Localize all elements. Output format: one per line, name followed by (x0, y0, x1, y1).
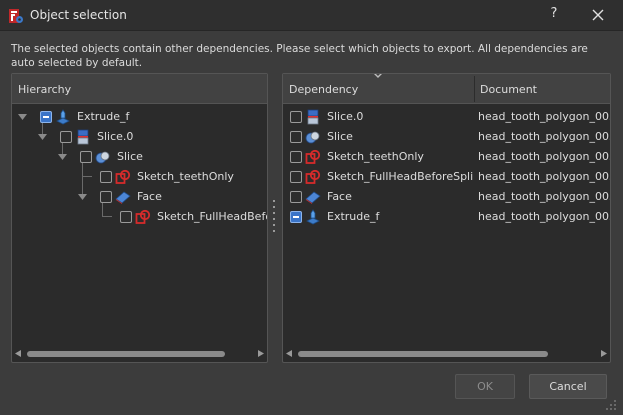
tree-item-slice[interactable]: Slice (12, 147, 267, 167)
hierarchy-header[interactable]: Hierarchy (12, 74, 267, 104)
face-icon (115, 189, 131, 205)
cancel-button[interactable]: Cancel (529, 374, 607, 399)
dependency-name: Face (327, 190, 352, 203)
column-header-dependency[interactable]: Dependency (289, 83, 358, 96)
table-row[interactable]: Slice.0 head_tooth_polygon_005_fcstd (283, 107, 610, 127)
row-checkbox[interactable] (290, 191, 302, 203)
dependency-table[interactable]: Dependency Document Slice.0 head_tooth_p… (282, 73, 611, 363)
scroll-right-icon[interactable] (258, 350, 264, 357)
tree-item-extrude-f[interactable]: Extrude_f (12, 107, 267, 127)
row-checkbox[interactable] (290, 151, 302, 163)
face-icon (305, 189, 321, 205)
help-button[interactable]: ? (546, 6, 562, 24)
sketch-icon (305, 149, 321, 165)
tree-item-sketch-fullheadbeforesplit[interactable]: Sketch_FullHeadBeforeSplit (12, 207, 267, 227)
table-row[interactable]: Slice head_tooth_polygon_005_fcstd (283, 127, 610, 147)
hierarchy-horizontal-scrollbar[interactable] (12, 347, 267, 360)
hierarchy-tree[interactable]: Hierarchy Extrude_f Slice.0 Slice Sketch… (11, 73, 268, 363)
dependency-horizontal-scrollbar[interactable] (283, 347, 610, 360)
dependency-name: Extrude_f (327, 210, 380, 223)
document-name: head_tooth_polygon_005_fcstd (478, 170, 610, 183)
scroll-left-icon[interactable] (286, 350, 292, 357)
row-checkbox[interactable] (290, 171, 302, 183)
tree-item-label: Sketch_FullHeadBeforeSplit (157, 210, 267, 223)
dependency-name: Sketch_FullHeadBeforeSplit (327, 170, 473, 183)
document-name: head_tooth_polygon_005_fcstd (478, 150, 610, 163)
window-title: Object selection (30, 8, 127, 22)
hierarchy-column-header[interactable]: Hierarchy (18, 83, 71, 96)
tree-item-label: Sketch_teethOnly (137, 170, 234, 183)
tree-checkbox-sketch-teethonly[interactable] (100, 171, 112, 183)
dependency-name: Slice (327, 130, 353, 143)
table-row[interactable]: Sketch_teethOnly head_tooth_polygon_005_… (283, 147, 610, 167)
dependency-header: Dependency Document (283, 74, 610, 104)
row-checkbox[interactable] (290, 111, 302, 123)
sketch-icon (135, 209, 151, 225)
column-divider[interactable] (474, 76, 475, 102)
tree-checkbox-extrude-f[interactable] (40, 111, 52, 123)
close-icon[interactable] (590, 7, 606, 23)
chevron-down-icon[interactable] (18, 114, 27, 121)
ok-button[interactable]: OK (455, 374, 515, 399)
tree-checkbox-slice-0[interactable] (60, 131, 72, 143)
document-name: head_tooth_polygon_005_fcstd (478, 130, 610, 143)
sketch-icon (305, 169, 321, 185)
tree-checkbox-face[interactable] (100, 191, 112, 203)
extrude-icon (305, 209, 321, 225)
intro-text: The selected objects contain other depen… (11, 43, 588, 69)
slice-spheres-icon (305, 129, 321, 145)
title-bar: Object selection ? (0, 0, 623, 31)
tree-item-label: Face (137, 190, 162, 203)
slice-icon (305, 109, 321, 125)
chevron-down-icon[interactable] (58, 154, 67, 161)
tree-item-label: Slice.0 (97, 130, 134, 143)
panel-splitter-handle[interactable] (273, 200, 276, 236)
sort-descending-icon (374, 74, 382, 78)
row-checkbox[interactable] (290, 211, 302, 223)
freecad-icon (9, 9, 23, 23)
scrollbar-thumb[interactable] (298, 351, 548, 357)
chevron-down-icon[interactable] (38, 134, 47, 141)
dependency-name: Slice.0 (327, 110, 364, 123)
tree-checkbox-sketch-fullheadbeforesplit[interactable] (120, 211, 132, 223)
row-checkbox[interactable] (290, 131, 302, 143)
tree-item-label: Extrude_f (77, 110, 130, 123)
scroll-left-icon[interactable] (15, 350, 21, 357)
table-row[interactable]: Extrude_f head_tooth_polygon_005_fcstd (283, 207, 610, 227)
chevron-down-icon[interactable] (78, 194, 87, 201)
sketch-icon (115, 169, 131, 185)
document-name: head_tooth_polygon_005_fcstd (478, 190, 610, 203)
tree-item-face[interactable]: Face (12, 187, 267, 207)
document-name: head_tooth_polygon_005_fcstd (478, 210, 610, 223)
table-row[interactable]: Face head_tooth_polygon_005_fcstd (283, 187, 610, 207)
resize-grip-icon[interactable] (605, 399, 617, 411)
tree-item-sketch-teethonly[interactable]: Sketch_teethOnly (12, 167, 267, 187)
tree-checkbox-slice[interactable] (80, 151, 92, 163)
slice-spheres-icon (95, 149, 111, 165)
document-name: head_tooth_polygon_005_fcstd (478, 110, 610, 123)
column-header-document[interactable]: Document (480, 83, 537, 96)
slice-icon (75, 129, 91, 145)
tree-item-slice-0[interactable]: Slice.0 (12, 127, 267, 147)
dependency-name: Sketch_teethOnly (327, 150, 424, 163)
extrude-icon (55, 109, 71, 125)
scrollbar-thumb[interactable] (27, 351, 225, 357)
scroll-right-icon[interactable] (601, 350, 607, 357)
table-row[interactable]: Sketch_FullHeadBeforeSplit head_tooth_po… (283, 167, 610, 187)
tree-item-label: Slice (117, 150, 143, 163)
